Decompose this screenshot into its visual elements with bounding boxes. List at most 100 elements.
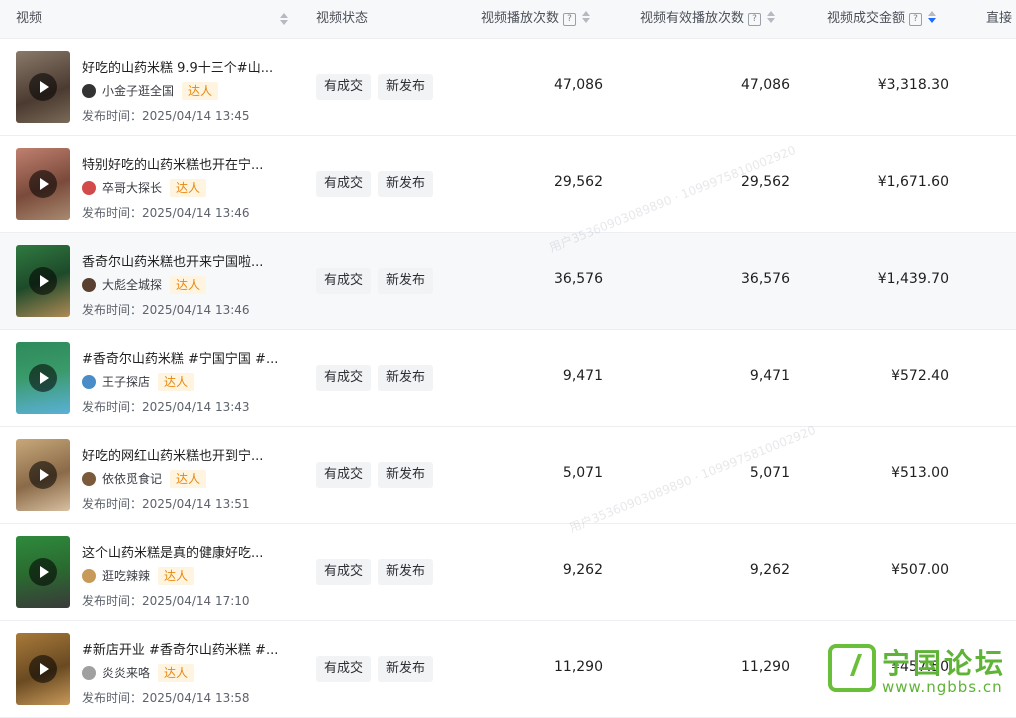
valid-plays-value: 11,290 [741,659,790,675]
video-thumbnail[interactable] [16,51,70,123]
avatar [82,472,96,486]
help-icon[interactable]: ? [909,13,923,26]
play-icon[interactable] [29,267,57,295]
video-title[interactable]: 特别好吃的山药米糕也开在宁... [82,154,292,173]
sort-icon-plays[interactable] [582,10,591,24]
avatar [82,181,96,195]
author: 逛吃辣辣 达人 [82,566,195,586]
column-status: 视频状态 [316,0,368,38]
play-icon[interactable] [29,461,57,489]
author-name[interactable]: 炎炎来咯 [102,666,150,680]
plays-value: 11,290 [554,659,603,675]
play-icon[interactable] [29,170,57,198]
play-icon[interactable] [29,364,57,392]
plays-value: 9,471 [562,368,603,384]
help-icon[interactable]: ? [748,13,762,26]
talent-badge: 达人 [170,179,207,197]
table-row[interactable]: 香奇尔山药米糕也开来宁国啦... 大彪全城探 达人 发布时间：2025/04/14… [0,233,1016,330]
gmv-value: ¥3,318.30 [877,77,949,93]
talent-badge: 达人 [170,276,207,294]
sort-icon-valid-plays[interactable] [767,10,776,24]
video-thumbnail[interactable] [16,245,70,317]
author: 大彪全城探 达人 [82,275,207,295]
table-header: 视频 视频状态 视频播放次数? 视频有效播放次数? 视频成交金额? 直接 [0,0,1016,39]
author-name[interactable]: 小金子逛全国 [102,84,174,98]
talent-badge: 达人 [182,82,219,100]
gmv-value: ¥1,439.70 [877,271,949,287]
video-title[interactable]: 香奇尔山药米糕也开来宁国啦... [82,251,292,270]
video-title[interactable]: 这个山药米糕是真的健康好吃... [82,542,292,561]
plays-value: 47,086 [554,77,603,93]
column-gmv[interactable]: 视频成交金额? [827,0,937,38]
video-thumbnail[interactable] [16,148,70,220]
video-title[interactable]: #香奇尔山药米糕 #宁国宁国 #... [82,348,292,367]
column-video-label: 视频 [16,11,43,26]
plays-value: 9,262 [562,562,603,578]
column-video[interactable]: 视频 [16,0,42,38]
author-name[interactable]: 逛吃辣辣 [102,569,150,583]
video-title[interactable]: #新店开业 #香奇尔山药米糕 #... [82,639,292,658]
publish-time: 发布时间：2025/04/14 13:58 [82,691,250,705]
video-thumbnail[interactable] [16,536,70,608]
publish-time: 发布时间：2025/04/14 13:46 [82,303,250,317]
logo-en-text: www.ngbbs.cn [882,678,1003,696]
video-title[interactable]: 好吃的山药米糕 9.9十三个#山... [82,57,292,76]
publish-time: 发布时间：2025/04/14 17:10 [82,594,250,608]
play-icon[interactable] [29,73,57,101]
status-tag-deal: 有成交 [316,365,372,391]
play-icon[interactable] [29,655,57,683]
publish-time: 发布时间：2025/04/14 13:43 [82,400,250,414]
table-row[interactable]: 好吃的网红山药米糕也开到宁... 依依觅食记 达人 发布时间：2025/04/14… [0,427,1016,524]
video-thumbnail[interactable] [16,633,70,705]
play-icon[interactable] [29,558,57,586]
avatar [82,666,96,680]
status-tag-deal: 有成交 [316,656,372,682]
status-tag-new: 新发布 [378,462,434,488]
sort-icon-video[interactable] [280,12,288,26]
status-tag-new: 新发布 [378,268,434,294]
publish-time: 发布时间：2025/04/14 13:46 [82,206,250,220]
author-name[interactable]: 大彪全城探 [102,278,162,292]
status-tag-deal: 有成交 [316,74,372,100]
avatar [82,84,96,98]
video-thumbnail[interactable] [16,439,70,511]
gmv-value: ¥1,671.60 [877,174,949,190]
author: 炎炎来咯 达人 [82,663,195,683]
column-plays[interactable]: 视频播放次数? [481,0,591,38]
talent-badge: 达人 [158,664,195,682]
plays-value: 36,576 [554,271,603,287]
status-tag-deal: 有成交 [316,462,372,488]
table-row[interactable]: 这个山药米糕是真的健康好吃... 逛吃辣辣 达人 发布时间：2025/04/14 … [0,524,1016,621]
publish-time: 发布时间：2025/04/14 13:51 [82,497,250,511]
video-thumbnail[interactable] [16,342,70,414]
column-status-label: 视频状态 [316,11,369,26]
table-row[interactable]: 特别好吃的山药米糕也开在宁... 卒哥大探长 达人 发布时间：2025/04/14… [0,136,1016,233]
plays-value: 5,071 [562,465,603,481]
author-name[interactable]: 依依觅食记 [102,472,162,486]
author-name[interactable]: 卒哥大探长 [102,181,162,195]
author: 依依觅食记 达人 [82,469,207,489]
author: 小金子逛全国 达人 [82,81,219,101]
status-tag-deal: 有成交 [316,559,372,585]
status-tag-new: 新发布 [378,656,434,682]
sort-icon-gmv[interactable] [928,10,937,24]
author-name[interactable]: 王子探店 [102,375,150,389]
help-icon[interactable]: ? [563,13,577,26]
valid-plays-value: 47,086 [741,77,790,93]
valid-plays-value: 36,576 [741,271,790,287]
gmv-value: ¥572.40 [891,368,949,384]
video-title[interactable]: 好吃的网红山药米糕也开到宁... [82,445,292,464]
avatar [82,375,96,389]
table-row[interactable]: 好吃的山药米糕 9.9十三个#山... 小金子逛全国 达人 发布时间：2025/0… [0,39,1016,136]
author: 卒哥大探长 达人 [82,178,207,198]
column-valid-plays[interactable]: 视频有效播放次数? [640,0,776,38]
forum-logo: 宁国论坛 www.ngbbs.cn [828,642,1016,700]
status-tag-new: 新发布 [378,171,434,197]
valid-plays-value: 5,071 [749,465,790,481]
table-row[interactable]: #香奇尔山药米糕 #宁国宁国 #... 王子探店 达人 发布时间：2025/04/… [0,330,1016,427]
valid-plays-value: 9,262 [749,562,790,578]
logo-cn-text: 宁国论坛 [882,647,1007,680]
plays-value: 29,562 [554,174,603,190]
logo-mark-icon [828,644,876,692]
status-tag-deal: 有成交 [316,268,372,294]
